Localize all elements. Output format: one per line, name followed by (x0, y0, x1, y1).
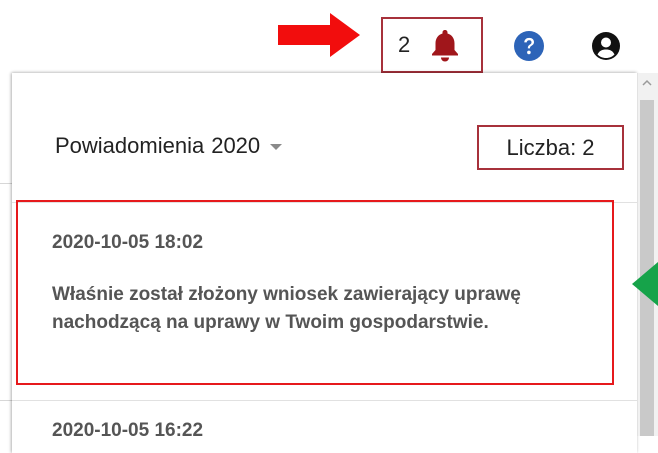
background-divider (0, 400, 12, 401)
year-value: 2020 (211, 133, 261, 158)
red-arrow-annotation (278, 13, 360, 57)
bell-icon (432, 30, 458, 62)
help-icon[interactable] (513, 30, 545, 62)
notification-date: 2020-10-05 16:22 (52, 420, 204, 441)
account-icon[interactable] (591, 31, 621, 61)
green-arrow-annotation (632, 262, 658, 306)
notification-date: 2020-10-05 18:02 (52, 232, 204, 253)
notification-count-label: Liczba: 2 (477, 125, 624, 170)
divider (12, 400, 637, 401)
panel-title: Powiadomienia (55, 133, 205, 158)
scroll-up-icon[interactable] (642, 78, 652, 88)
chevron-down-icon (270, 144, 283, 150)
notification-text: Właśnie został złożony wniosek zawierają… (52, 284, 521, 333)
notification-count: 2 (398, 32, 411, 57)
count-text: Liczba: 2 (506, 134, 595, 160)
background-divider (0, 183, 12, 184)
year-selector[interactable]: Powiadomienia 2020 (55, 133, 283, 159)
notifications-button[interactable]: 2 (381, 17, 483, 73)
